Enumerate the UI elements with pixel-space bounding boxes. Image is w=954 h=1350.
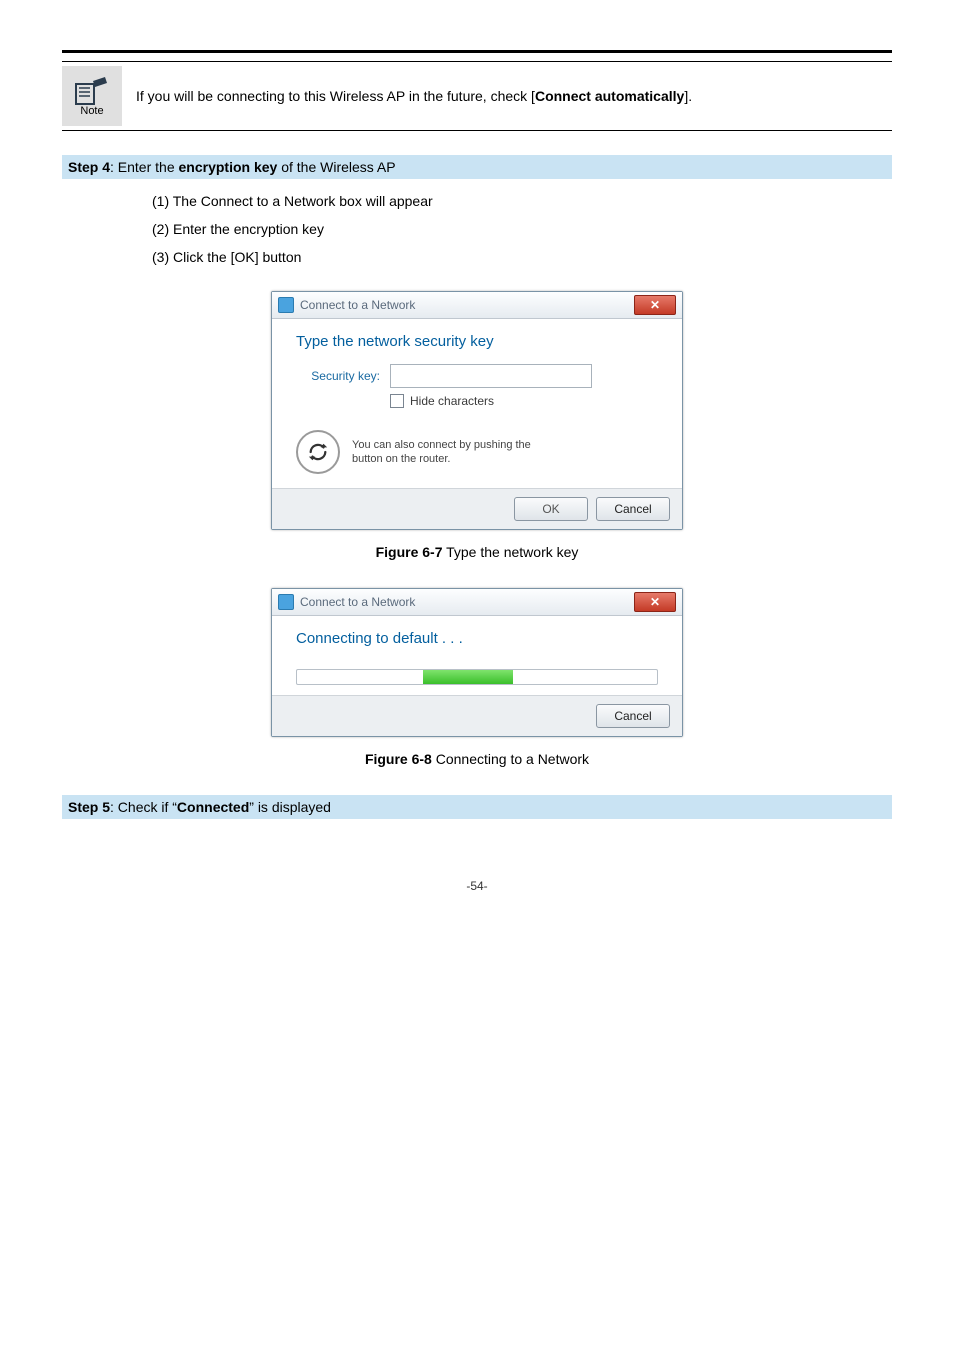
note-rule-bottom bbox=[62, 130, 892, 131]
security-key-input[interactable] bbox=[390, 364, 592, 388]
wps-icon bbox=[296, 430, 340, 474]
dialog-titlebar: Connect to a Network ✕ bbox=[272, 589, 682, 616]
close-icon: ✕ bbox=[650, 595, 660, 609]
list-item: (3) Click the [OK] button bbox=[152, 243, 892, 271]
hide-characters-checkbox[interactable] bbox=[390, 394, 404, 408]
cancel-button[interactable]: Cancel bbox=[596, 704, 670, 728]
step5-heading: Step 5: Check if “Connected” is displaye… bbox=[62, 795, 892, 819]
close-icon: ✕ bbox=[650, 298, 660, 312]
hide-characters-row[interactable]: Hide characters bbox=[390, 394, 658, 408]
network-icon bbox=[278, 297, 294, 313]
connecting-dialog: Connect to a Network ✕ Connecting to def… bbox=[271, 588, 683, 737]
figure-6-8-caption: Figure 6-8 Connecting to a Network bbox=[62, 751, 892, 767]
wps-text: You can also connect by pushing the butt… bbox=[352, 438, 531, 467]
dialog-titlebar: Connect to a Network ✕ bbox=[272, 292, 682, 319]
progress-chunk bbox=[423, 670, 513, 684]
close-button[interactable]: ✕ bbox=[634, 295, 676, 315]
header-rule-top bbox=[62, 50, 892, 53]
cancel-button[interactable]: Cancel bbox=[596, 497, 670, 521]
dialog-button-bar: OK Cancel bbox=[272, 488, 682, 529]
ok-button[interactable]: OK bbox=[514, 497, 588, 521]
progress-bar bbox=[296, 669, 658, 685]
dialog-title: Connect to a Network bbox=[278, 594, 415, 610]
figure-6-8-wrap: Connect to a Network ✕ Connecting to def… bbox=[62, 588, 892, 737]
dialog-button-bar: Cancel bbox=[272, 695, 682, 736]
dialog-body: Connecting to default . . . bbox=[272, 616, 682, 695]
step4-heading: Step 4: Enter the encryption key of the … bbox=[62, 155, 892, 179]
list-item: (1) The Connect to a Network box will ap… bbox=[152, 187, 892, 215]
dialog-heading: Type the network security key bbox=[296, 333, 658, 350]
figure-6-7-caption: Figure 6-7 Type the network key bbox=[62, 544, 892, 560]
list-item: (2) Enter the encryption key bbox=[152, 215, 892, 243]
note-icon: Note bbox=[62, 66, 122, 126]
document-page: Note If you will be connecting to this W… bbox=[0, 0, 954, 933]
figure-6-7-wrap: Connect to a Network ✕ Type the network … bbox=[62, 291, 892, 530]
close-button[interactable]: ✕ bbox=[634, 592, 676, 612]
note-badge-label: Note bbox=[80, 105, 103, 117]
page-number: -54- bbox=[62, 879, 892, 893]
note-callout: Note If you will be connecting to this W… bbox=[62, 62, 892, 130]
note-text: If you will be connecting to this Wirele… bbox=[136, 88, 692, 104]
security-key-row: Security key: bbox=[296, 364, 658, 388]
dialog-title: Connect to a Network bbox=[278, 297, 415, 313]
network-icon bbox=[278, 594, 294, 610]
connect-network-dialog: Connect to a Network ✕ Type the network … bbox=[271, 291, 683, 530]
security-key-label: Security key: bbox=[296, 369, 390, 383]
wps-row: You can also connect by pushing the butt… bbox=[296, 430, 658, 474]
dialog-body: Type the network security key Security k… bbox=[272, 319, 682, 488]
step4-list: (1) The Connect to a Network box will ap… bbox=[152, 187, 892, 271]
connecting-text: Connecting to default . . . bbox=[296, 630, 658, 647]
hide-characters-label: Hide characters bbox=[410, 394, 494, 408]
